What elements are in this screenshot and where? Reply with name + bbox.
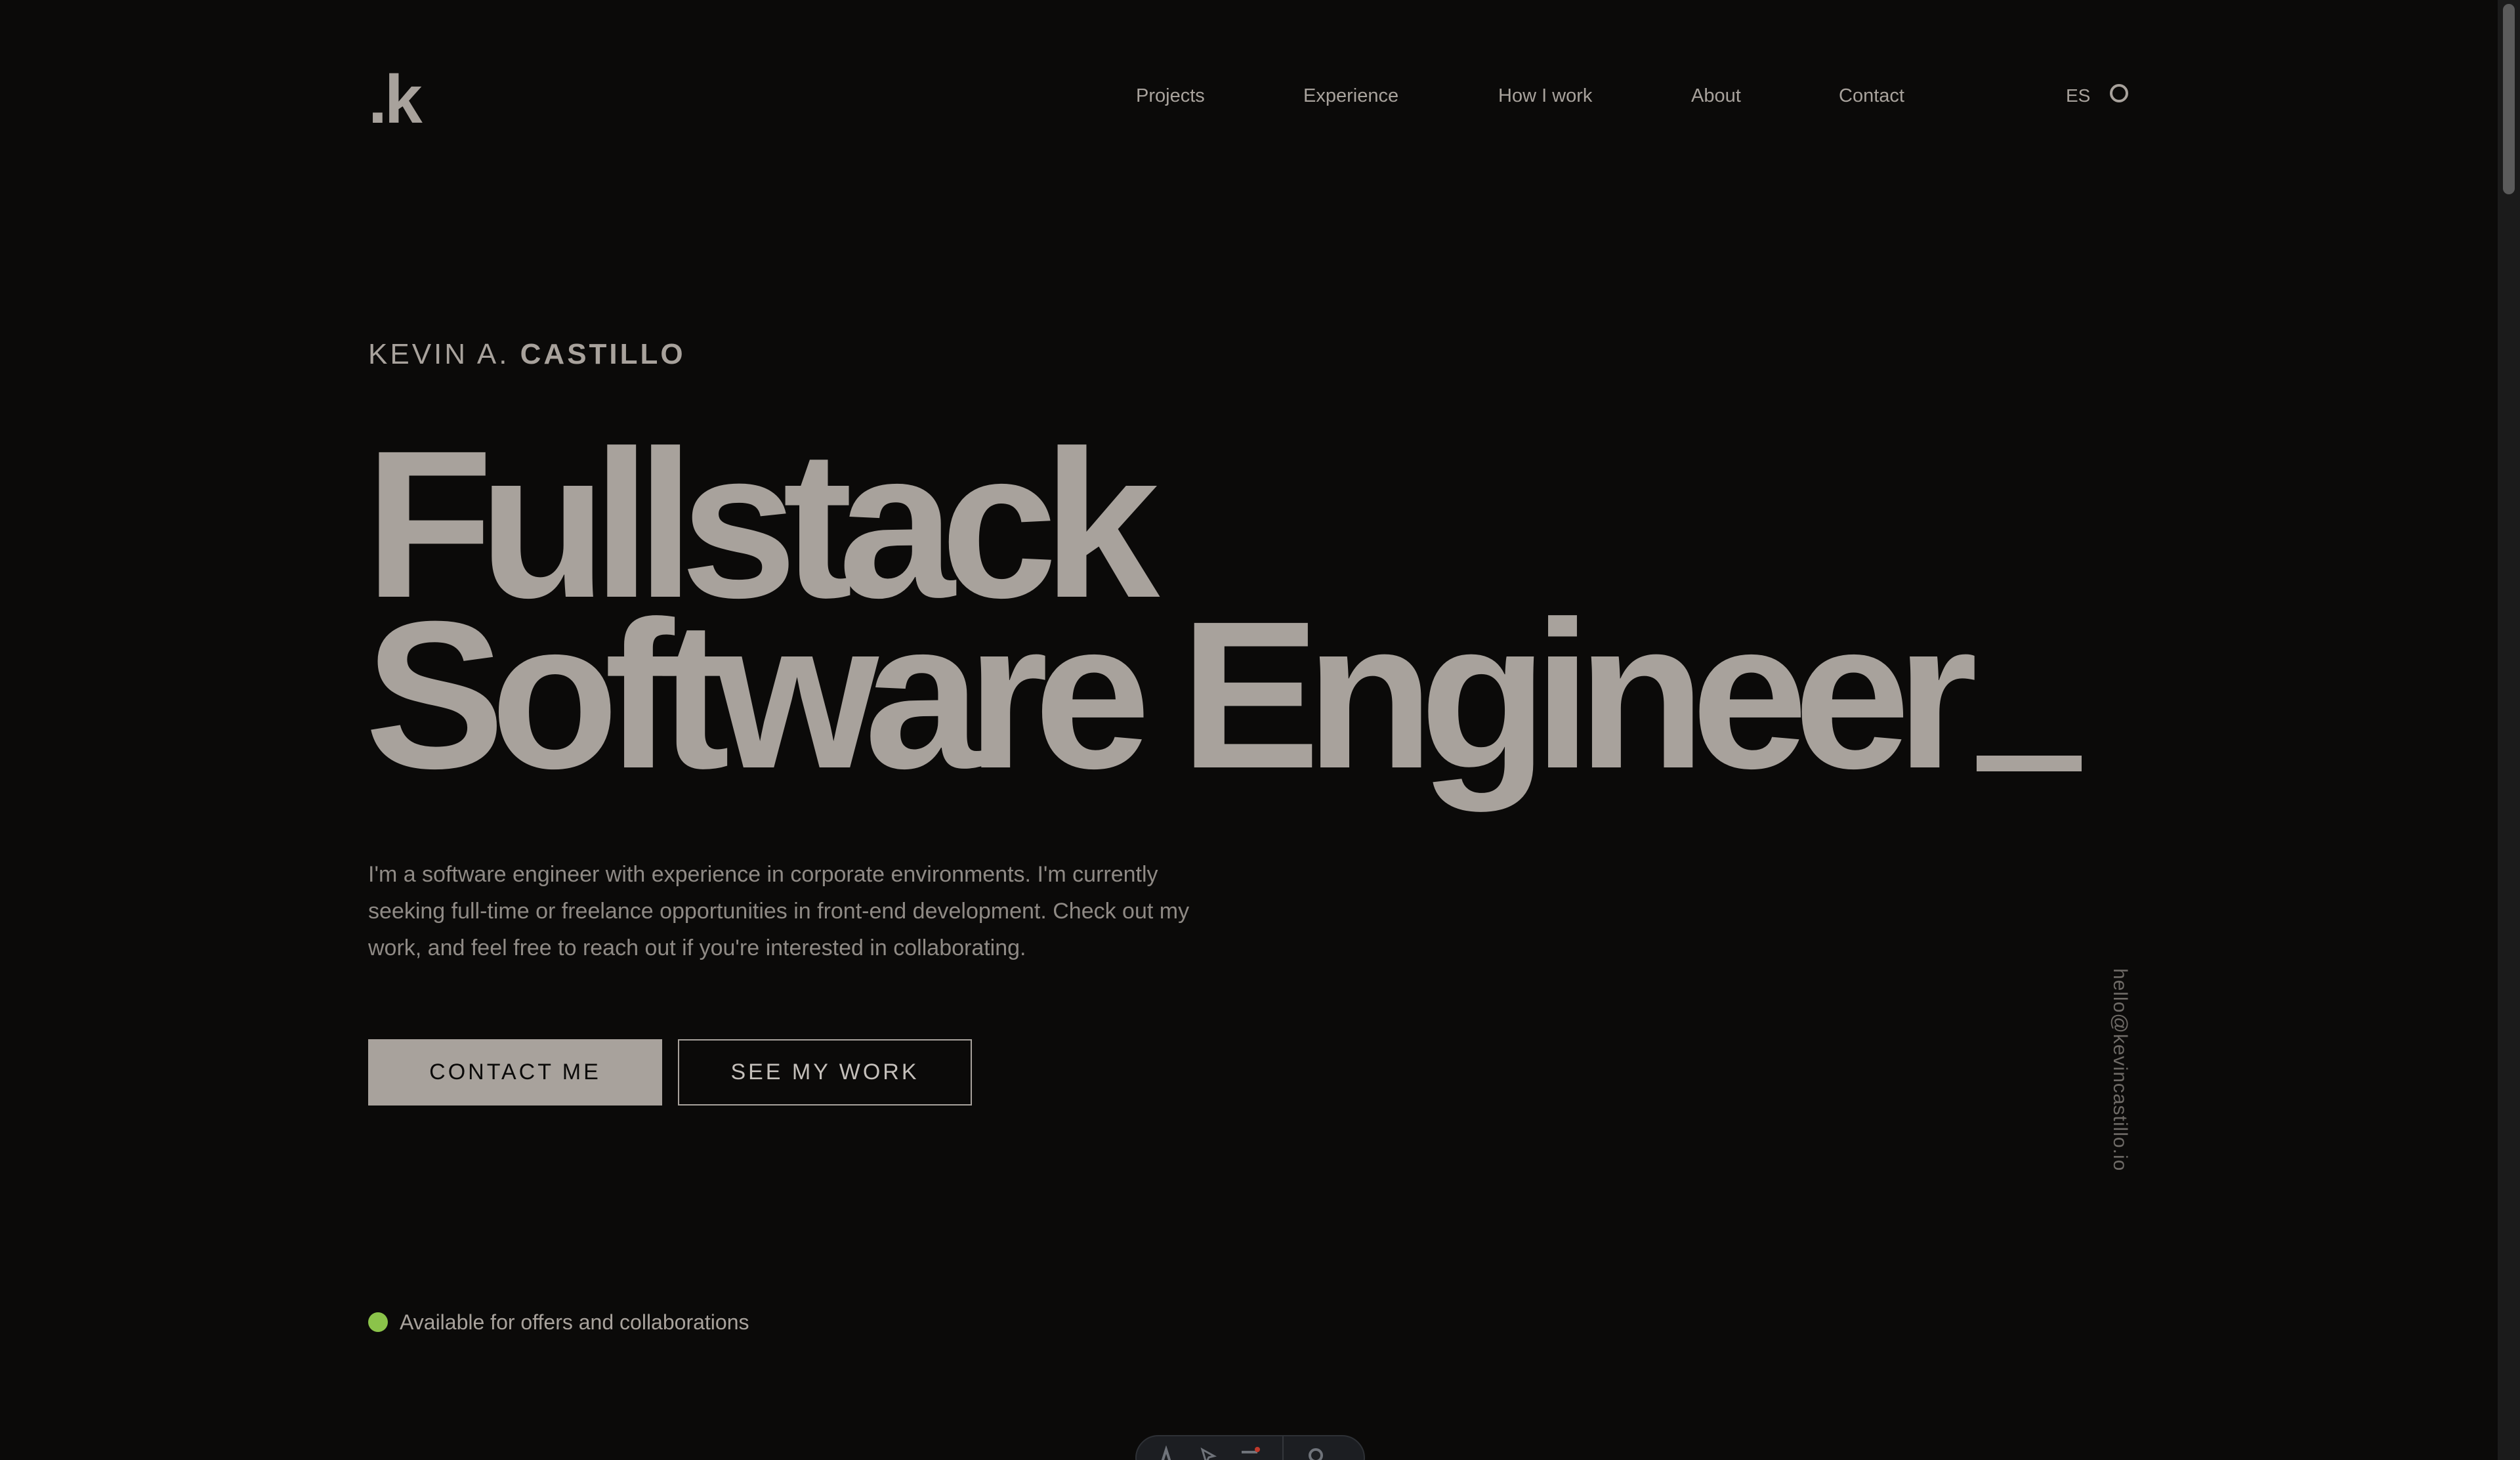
nav-contact[interactable]: Contact [1839, 83, 1904, 109]
circle-icon[interactable] [2110, 84, 2128, 102]
nav-how-i-work[interactable]: How I work [1498, 83, 1592, 109]
availability-text: Available for offers and collaborations [400, 1310, 749, 1334]
headline-line-2: Software Engineer [365, 590, 2082, 800]
hero-intro: I'm a software engineer with experience … [368, 862, 1190, 960]
pointer-icon[interactable] [1198, 1446, 1218, 1460]
contact-me-button[interactable]: CONTACT ME [368, 1039, 662, 1106]
page: .k Projects Experience How I work About … [0, 0, 2498, 1460]
scrollbar-thumb[interactable] [2503, 4, 2515, 194]
language-toggle[interactable]: ES [2066, 83, 2090, 109]
floating-dock [1135, 1435, 1365, 1460]
dock-separator [1282, 1436, 1284, 1460]
typing-cursor [1976, 756, 2082, 771]
nav-projects[interactable]: Projects [1136, 83, 1205, 109]
settings-icon[interactable] [1306, 1446, 1326, 1460]
author-name: KEVIN A. CASTILLO [368, 336, 686, 373]
accessibility-icon[interactable] [1156, 1445, 1176, 1460]
nav-about[interactable]: About [1691, 83, 1741, 109]
hero-headline: Fullstack Software Engineer [365, 419, 2082, 800]
nav-experience[interactable]: Experience [1303, 83, 1398, 109]
see-my-work-button[interactable]: SEE MY WORK [678, 1039, 972, 1106]
menu-icon[interactable] [1240, 1446, 1260, 1460]
email-link[interactable]: hello@kevincastillo.io [2107, 968, 2133, 1172]
author-last-name: CASTILLO [520, 338, 686, 370]
availability-status: Available for offers and collaborations [368, 1309, 749, 1335]
author-first-name: KEVIN A. [368, 338, 510, 370]
page-scrollbar[interactable] [2498, 0, 2520, 1460]
status-dot-icon [368, 1312, 388, 1332]
headline-line-2-text: Software Engineer [365, 577, 1978, 812]
